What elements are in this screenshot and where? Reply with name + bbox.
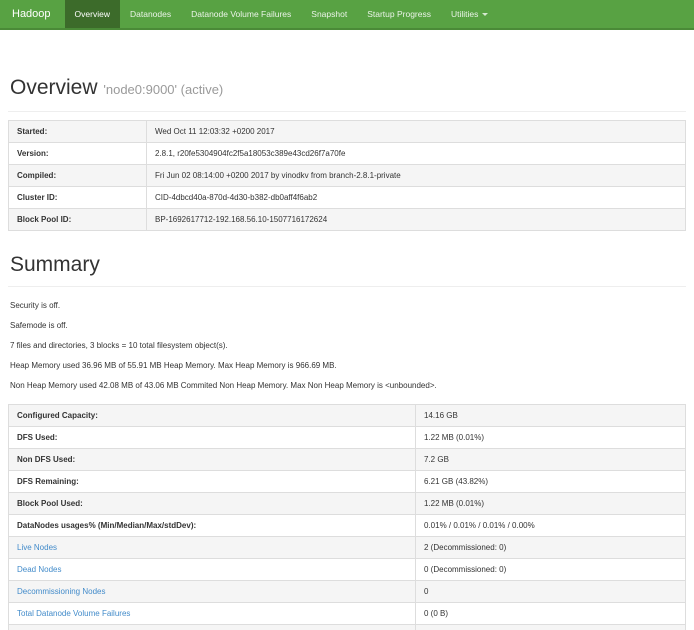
- row-value: 0: [416, 581, 686, 603]
- table-row: Block Pool Used: 1.22 MB (0.01%): [9, 493, 686, 515]
- row-label: Started:: [9, 121, 147, 143]
- row-label: Number of Under-Replicated Blocks: [9, 625, 416, 630]
- security-status-text: Security is off.: [10, 301, 686, 310]
- row-label: Live Nodes: [9, 537, 416, 559]
- namenode-address-subtitle: 'node0:9000' (active): [103, 82, 223, 97]
- non-heap-memory-text: Non Heap Memory used 42.08 MB of 43.06 M…: [10, 381, 686, 390]
- row-label: Block Pool Used:: [9, 493, 416, 515]
- nav-item-datanode-volume-failures[interactable]: Datanode Volume Failures: [181, 0, 301, 28]
- table-row: Live Nodes 2 (Decommissioned: 0): [9, 537, 686, 559]
- table-row: Compiled: Fri Jun 02 08:14:00 +0200 2017…: [9, 165, 686, 187]
- summary-header: Summary: [8, 253, 686, 287]
- row-label: Non DFS Used:: [9, 449, 416, 471]
- row-label: Decommissioning Nodes: [9, 581, 416, 603]
- row-label: Configured Capacity:: [9, 405, 416, 427]
- row-value: 2 (Decommissioned: 0): [416, 537, 686, 559]
- row-value: 0.01% / 0.01% / 0.01% / 0.00%: [416, 515, 686, 537]
- chevron-down-icon: [482, 13, 488, 16]
- row-value: 1.22 MB (0.01%): [416, 493, 686, 515]
- table-row: Total Datanode Volume Failures 0 (0 B): [9, 603, 686, 625]
- table-row: Version: 2.8.1, r20fe5304904fc2f5a18053c…: [9, 143, 686, 165]
- nav-item-datanodes[interactable]: Datanodes: [120, 0, 181, 28]
- dead-nodes-link[interactable]: Dead Nodes: [17, 565, 61, 574]
- live-nodes-link[interactable]: Live Nodes: [17, 543, 57, 552]
- summary-title: Summary: [10, 253, 686, 277]
- row-value: 14.16 GB: [416, 405, 686, 427]
- row-label: DFS Remaining:: [9, 471, 416, 493]
- row-value: Wed Oct 11 12:03:32 +0200 2017: [147, 121, 686, 143]
- row-label: Total Datanode Volume Failures: [9, 603, 416, 625]
- row-value: 0 (0 B): [416, 603, 686, 625]
- row-label: Compiled:: [9, 165, 147, 187]
- table-row: Cluster ID: CID-4dbcd40a-870d-4d30-b382-…: [9, 187, 686, 209]
- table-row: DFS Used: 1.22 MB (0.01%): [9, 427, 686, 449]
- table-row: Number of Under-Replicated Blocks 0: [9, 625, 686, 630]
- safemode-status-text: Safemode is off.: [10, 321, 686, 330]
- row-value: 0 (Decommissioned: 0): [416, 559, 686, 581]
- summary-status-lines: Security is off. Safemode is off. 7 file…: [8, 301, 686, 390]
- decommissioning-nodes-link[interactable]: Decommissioning Nodes: [17, 587, 105, 596]
- overview-title: Overview: [10, 76, 98, 99]
- navbar-menu: Overview Datanodes Datanode Volume Failu…: [65, 0, 499, 28]
- main-content: Overview 'node0:9000' (active) Started: …: [0, 76, 694, 630]
- summary-table: Configured Capacity: 14.16 GB DFS Used: …: [8, 404, 686, 630]
- table-row: Non DFS Used: 7.2 GB: [9, 449, 686, 471]
- row-label: Dead Nodes: [9, 559, 416, 581]
- row-value: 7.2 GB: [416, 449, 686, 471]
- total-datanode-volume-failures-link[interactable]: Total Datanode Volume Failures: [17, 609, 130, 618]
- row-value: 2.8.1, r20fe5304904fc2f5a18053c389e43cd2…: [147, 143, 686, 165]
- table-row: DataNodes usages% (Min/Median/Max/stdDev…: [9, 515, 686, 537]
- row-value: 6.21 GB (43.82%): [416, 471, 686, 493]
- row-value: Fri Jun 02 08:14:00 +0200 2017 by vinodk…: [147, 165, 686, 187]
- row-value: 1.22 MB (0.01%): [416, 427, 686, 449]
- row-label: DFS Used:: [9, 427, 416, 449]
- navbar-brand[interactable]: Hadoop: [0, 0, 65, 28]
- row-value: 0: [416, 625, 686, 630]
- row-label: Cluster ID:: [9, 187, 147, 209]
- table-row: Configured Capacity: 14.16 GB: [9, 405, 686, 427]
- overview-header: Overview 'node0:9000' (active): [8, 76, 686, 112]
- row-label: Block Pool ID:: [9, 209, 147, 231]
- table-row: Dead Nodes 0 (Decommissioned: 0): [9, 559, 686, 581]
- table-row: DFS Remaining: 6.21 GB (43.82%): [9, 471, 686, 493]
- row-label: DataNodes usages% (Min/Median/Max/stdDev…: [9, 515, 416, 537]
- page-title: Overview 'node0:9000' (active): [10, 76, 686, 102]
- navbar: Hadoop Overview Datanodes Datanode Volum…: [0, 0, 694, 30]
- table-row: Block Pool ID: BP-1692617712-192.168.56.…: [9, 209, 686, 231]
- filesystem-objects-text: 7 files and directories, 3 blocks = 10 t…: [10, 341, 686, 350]
- row-value: BP-1692617712-192.168.56.10-150771617262…: [147, 209, 686, 231]
- row-label: Version:: [9, 143, 147, 165]
- nav-item-startup-progress[interactable]: Startup Progress: [357, 0, 441, 28]
- nav-item-snapshot[interactable]: Snapshot: [301, 0, 357, 28]
- table-row: Started: Wed Oct 11 12:03:32 +0200 2017: [9, 121, 686, 143]
- row-value: CID-4dbcd40a-870d-4d30-b382-db0aff4f6ab2: [147, 187, 686, 209]
- nav-item-utilities-dropdown[interactable]: Utilities: [441, 0, 498, 28]
- table-row: Decommissioning Nodes 0: [9, 581, 686, 603]
- heap-memory-text: Heap Memory used 36.96 MB of 55.91 MB He…: [10, 361, 686, 370]
- nav-item-utilities-label: Utilities: [451, 9, 478, 19]
- overview-table: Started: Wed Oct 11 12:03:32 +0200 2017 …: [8, 120, 686, 231]
- nav-item-overview[interactable]: Overview: [65, 0, 120, 28]
